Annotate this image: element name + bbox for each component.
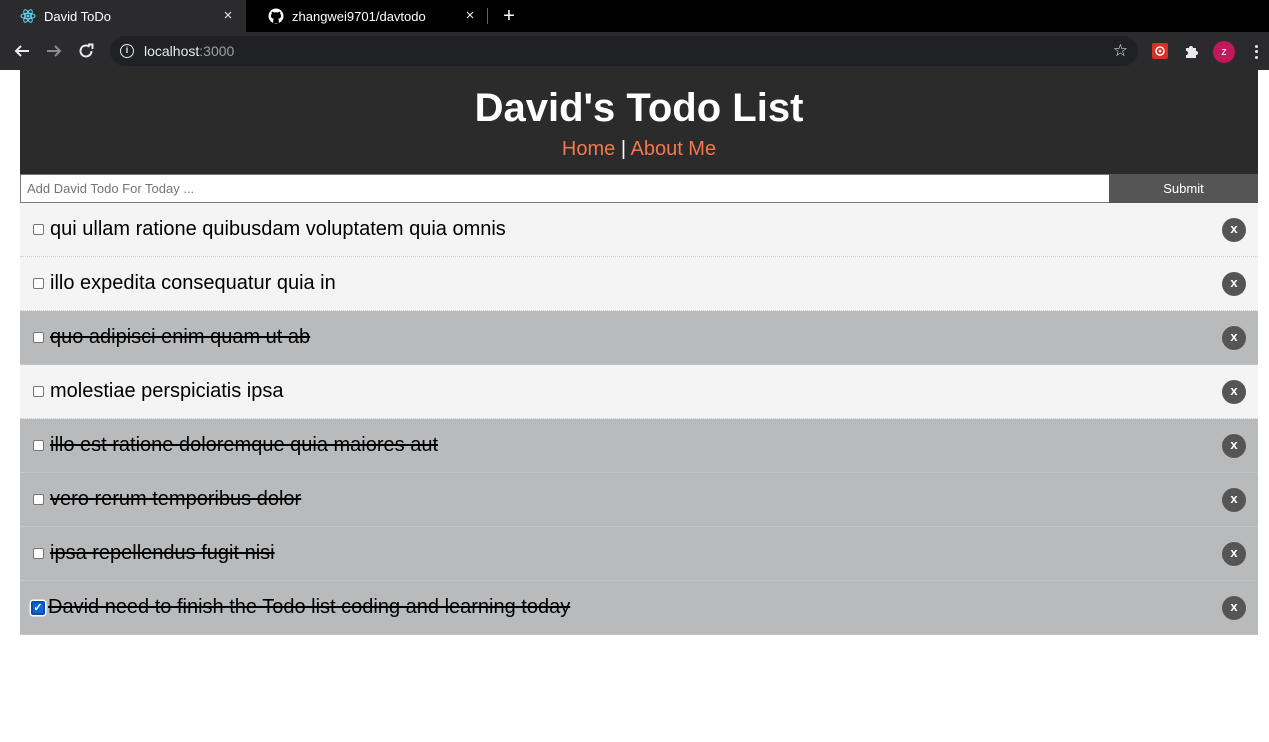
- browser-tab-strip: David ToDo × zhangwei9701/davtodo × +: [0, 0, 1269, 32]
- delete-todo-button[interactable]: x: [1222, 326, 1246, 350]
- profile-avatar[interactable]: z: [1213, 41, 1235, 63]
- todo-title: molestiae perspiciatis ipsa: [50, 380, 284, 402]
- browser-toolbar: i localhost:3000 ☆ z: [0, 32, 1269, 70]
- nav-separator: |: [615, 138, 631, 160]
- todo-checkbox[interactable]: [33, 386, 44, 397]
- tab-title: zhangwei9701/davtodo: [292, 8, 426, 24]
- todo-checkbox[interactable]: [33, 332, 44, 343]
- todo-title: qui ullam ratione quibusdam voluptatem q…: [50, 218, 506, 240]
- tab-separator: [487, 8, 488, 24]
- todo-item-completed: vero rerum temporibus dolor x: [20, 473, 1258, 527]
- todo-checkbox[interactable]: [33, 440, 44, 451]
- delete-todo-button[interactable]: x: [1222, 542, 1246, 566]
- todo-title: vero rerum temporibus dolor: [50, 488, 302, 510]
- react-icon: [20, 8, 36, 24]
- info-icon[interactable]: i: [120, 44, 134, 58]
- page-title: David's Todo List: [474, 86, 804, 130]
- todo-checkbox[interactable]: [33, 278, 44, 289]
- todo-item-completed: illo est ratione doloremque quia maiores…: [20, 419, 1258, 473]
- url-port: :3000: [199, 43, 235, 59]
- todo-title: David need to finish the Todo list codin…: [48, 596, 571, 618]
- header-nav: Home | About Me: [20, 137, 1258, 161]
- github-icon: [268, 8, 284, 24]
- submit-button[interactable]: Submit: [1109, 174, 1258, 203]
- todo-item-completed: quo adipisci enim quam ut ab x: [20, 311, 1258, 365]
- tab-github[interactable]: zhangwei9701/davtodo ×: [248, 0, 488, 32]
- delete-todo-button[interactable]: x: [1222, 380, 1246, 404]
- tab-close-icon[interactable]: ×: [220, 8, 236, 24]
- delete-todo-button[interactable]: x: [1222, 272, 1246, 296]
- nav-home-link[interactable]: Home: [562, 138, 615, 160]
- nav-about-link[interactable]: About Me: [630, 138, 716, 160]
- address-bar[interactable]: i localhost:3000 ☆: [110, 36, 1138, 66]
- url-host: localhost: [144, 43, 200, 59]
- todo-title: illo est ratione doloremque quia maiores…: [50, 434, 438, 456]
- delete-todo-button[interactable]: x: [1222, 434, 1246, 458]
- todo-app: David's Todo List Home | About Me Submit…: [20, 70, 1258, 635]
- todo-item-completed: ✓ David need to finish the Todo list cod…: [20, 581, 1258, 635]
- browser-menu-icon[interactable]: [1248, 41, 1264, 63]
- todo-item: illo expedita consequatur quia in x: [20, 257, 1258, 311]
- puzzle-extensions-icon[interactable]: [1183, 42, 1201, 60]
- app-header: David's Todo List Home | About Me: [20, 70, 1258, 174]
- add-todo-form: Submit: [20, 174, 1258, 203]
- todo-checkbox[interactable]: [33, 224, 44, 235]
- tab-david-todo[interactable]: David ToDo ×: [0, 0, 246, 32]
- new-tab-icon[interactable]: +: [499, 6, 519, 26]
- todo-title: quo adipisci enim quam ut ab: [50, 326, 311, 348]
- todo-checkbox[interactable]: [33, 494, 44, 505]
- add-todo-input[interactable]: [20, 174, 1109, 203]
- todo-list: qui ullam ratione quibusdam voluptatem q…: [20, 203, 1258, 635]
- delete-todo-button[interactable]: x: [1222, 488, 1246, 512]
- delete-todo-button[interactable]: x: [1222, 218, 1246, 242]
- todo-item: qui ullam ratione quibusdam voluptatem q…: [20, 203, 1258, 257]
- forward-arrow-icon[interactable]: [43, 40, 65, 62]
- extension-icon[interactable]: [1151, 42, 1169, 60]
- bookmark-star-icon[interactable]: ☆: [1113, 42, 1128, 60]
- tab-close-icon[interactable]: ×: [462, 8, 478, 24]
- todo-item-completed: ipsa repellendus fugit nisi x: [20, 527, 1258, 581]
- todo-checkbox[interactable]: [33, 548, 44, 559]
- todo-item: molestiae perspiciatis ipsa x: [20, 365, 1258, 419]
- todo-checkbox-checked[interactable]: ✓: [31, 600, 45, 615]
- reload-icon[interactable]: [75, 40, 97, 62]
- todo-title: ipsa repellendus fugit nisi: [50, 542, 275, 564]
- todo-title: illo expedita consequatur quia in: [50, 272, 336, 294]
- delete-todo-button[interactable]: x: [1222, 596, 1246, 620]
- back-arrow-icon[interactable]: [11, 40, 33, 62]
- tab-title: David ToDo: [44, 8, 111, 24]
